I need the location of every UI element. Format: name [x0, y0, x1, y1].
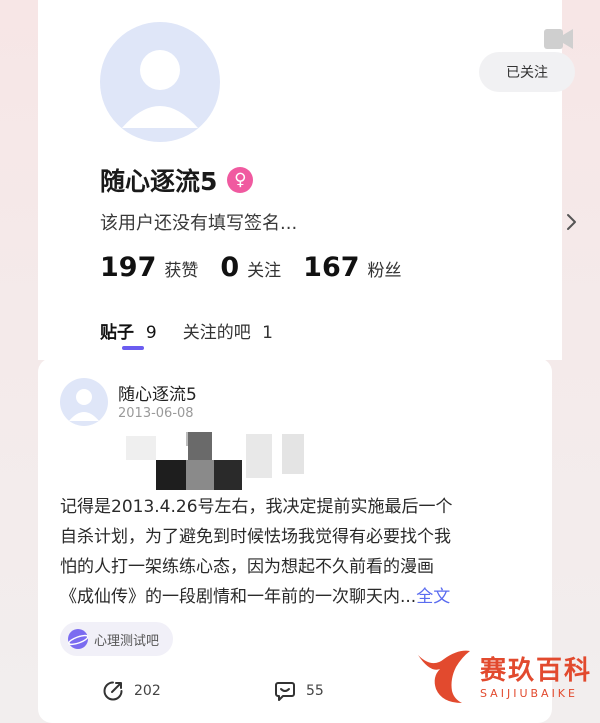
read-more-link[interactable]: 全文 [416, 587, 450, 607]
default-avatar-icon [122, 50, 198, 128]
signature-text: 该用户还没有填写签名... [100, 213, 298, 234]
screen: 已关注 随心逐流5 ♀ 该用户还没有填写签名... 197 获赞 0 关注 16… [0, 0, 600, 723]
topic-chip[interactable]: 心理测试吧 [60, 622, 174, 656]
fish-logo-icon [418, 650, 470, 703]
signature-row[interactable]: 该用户还没有填写签名... [100, 208, 578, 236]
post-line: 记得是2013.4.26号左右，我决定提前实施最后一个 [60, 497, 453, 517]
chevron-right-icon [567, 214, 576, 230]
tab-followed-bars-label: 关注的吧 [182, 323, 251, 343]
share-count: 202 [134, 683, 161, 699]
female-gender-icon: ♀ [227, 167, 254, 193]
share-button[interactable]: 202 [102, 680, 161, 702]
censored-image [96, 428, 306, 498]
watermark-en: SAIJIUBAIKE [480, 687, 578, 700]
post-author-name[interactable]: 随心逐流5 [118, 380, 197, 405]
post-excerpt[interactable]: 记得是2013.4.26号左右，我决定提前实施最后一个 自杀计划，为了避免到时候… [60, 492, 542, 612]
active-tab-indicator [122, 346, 144, 350]
post-line: 自杀计划，为了避免到时候怯场我觉得有必要找个我 [60, 527, 451, 547]
name-row: 随心逐流5 ♀ [100, 162, 254, 198]
watermark-cn: 赛玖百科 [480, 656, 593, 686]
video-camera-icon [544, 29, 573, 49]
likes-label: 获赞 [164, 261, 199, 281]
share-icon [103, 681, 123, 701]
avatar[interactable] [100, 22, 220, 142]
likes-count: 197 [100, 252, 157, 283]
tab-posts[interactable]: 贴子 9 [100, 318, 157, 350]
watermark: 赛玖百科 SAIJIUBAIKE [412, 645, 592, 705]
post-author-avatar[interactable] [60, 378, 108, 426]
following-count[interactable]: 0 [220, 252, 239, 283]
follow-button[interactable]: 已关注 [479, 52, 575, 92]
post-line-last: 《成仙传》的一段剧情和一年前的一次聊天内...全文 [60, 582, 542, 612]
gender-symbol: ♀ [234, 169, 247, 190]
tab-followed-bars[interactable]: 关注的吧 1 [183, 318, 273, 343]
stats-row: 197 获赞 0 关注 167 粉丝 [100, 252, 424, 283]
watermark-text: 赛玖百科 SAIJIUBAIKE [480, 650, 592, 700]
username: 随心逐流5 [100, 167, 218, 196]
profile-header: 已关注 随心逐流5 ♀ 该用户还没有填写签名... 197 获赞 0 关注 16… [38, 0, 576, 360]
topic-label: 心理测试吧 [94, 633, 160, 649]
tab-posts-label: 贴子 [100, 323, 134, 343]
comment-icon [275, 682, 295, 701]
post-date: 2013-06-08 [118, 406, 194, 421]
planet-icon [68, 629, 88, 649]
post-line: 《成仙传》的一段剧情和一年前的一次聊天内... [60, 587, 417, 607]
fans-label[interactable]: 粉丝 [368, 256, 402, 281]
fans-count[interactable]: 167 [303, 252, 359, 283]
following-label[interactable]: 关注 [247, 256, 281, 281]
tab-posts-count: 9 [145, 323, 157, 343]
tab-followed-bars-count: 1 [262, 323, 273, 343]
profile-tabs: 贴子 9 关注的吧 1 [100, 318, 299, 350]
comment-count: 55 [306, 683, 324, 699]
comment-button[interactable]: 55 [274, 680, 324, 702]
post-line: 怕的人打一架练练心态，因为想起不久前看的漫画 [60, 557, 434, 577]
default-avatar-icon [69, 389, 99, 421]
